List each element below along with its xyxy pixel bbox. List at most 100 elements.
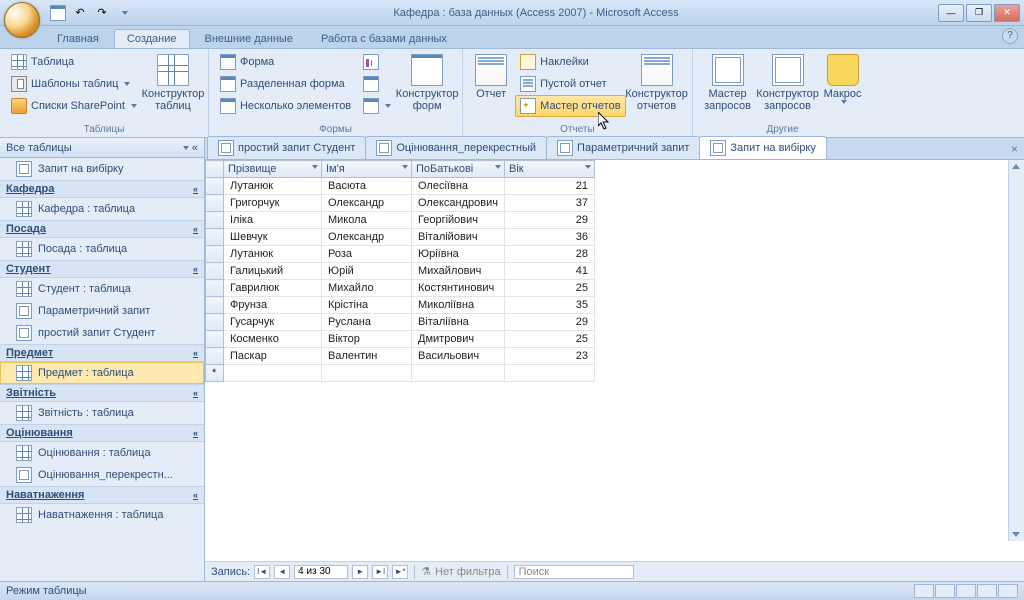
cell[interactable]: Олександр [322,229,412,246]
table-designer-button[interactable]: Конструктор таблиц [144,51,202,115]
ribbon-tab-home[interactable]: Главная [44,29,112,48]
nav-header[interactable]: Все таблицы « [0,138,204,158]
column-header[interactable]: ПоБатькові [412,161,505,178]
ribbon-tab-dbtools[interactable]: Работа с базами данных [308,29,460,48]
cell[interactable]: 25 [504,280,594,297]
nav-group-header[interactable]: Посада« [0,220,204,238]
cell[interactable]: 29 [504,212,594,229]
blank-form-button[interactable] [358,73,396,95]
cell[interactable]: 36 [504,229,594,246]
nav-group-header[interactable]: Предмет« [0,344,204,362]
cell[interactable]: Михайло [322,280,412,297]
recnav-last-button[interactable]: ►I [372,565,388,579]
report-button[interactable]: Отчет [469,51,513,103]
cell[interactable]: Валентин [322,348,412,365]
ribbon-tab-create[interactable]: Создание [114,29,190,48]
table-templates-button[interactable]: Шаблоны таблиц [6,73,142,95]
nav-item[interactable]: Студент : таблица [0,278,204,300]
select-all-cell[interactable] [206,161,224,178]
cell[interactable]: Юрій [322,263,412,280]
row-selector[interactable] [206,178,224,195]
cell[interactable]: 35 [504,297,594,314]
cell[interactable]: Шевчук [224,229,322,246]
table-button[interactable]: Таблица [6,51,142,73]
document-tab[interactable]: Оцінювання_перекрестный [365,136,547,159]
nav-item[interactable]: Звітність : таблица [0,402,204,424]
cell[interactable]: Васюта [322,178,412,195]
cell[interactable]: Паскар [224,348,322,365]
row-selector[interactable] [206,246,224,263]
cell[interactable]: Віталійович [412,229,505,246]
column-dropdown-icon[interactable] [495,165,501,169]
sharepoint-lists-button[interactable]: Списки SharePoint [6,95,142,117]
cell[interactable]: Микола [322,212,412,229]
nav-group-header[interactable]: Наватнаження« [0,486,204,504]
cell[interactable]: Олександрович [412,195,505,212]
recnav-new-button[interactable]: ►* [392,565,408,579]
blank-report-button[interactable]: Пустой отчет [515,73,625,95]
cell[interactable]: Крістіна [322,297,412,314]
column-header[interactable]: Ім'я [322,161,412,178]
cell[interactable]: Юріївна [412,246,505,263]
form-designer-button[interactable]: Конструктор форм [398,51,456,115]
column-dropdown-icon[interactable] [312,165,318,169]
cell[interactable]: Галицький [224,263,322,280]
search-input[interactable]: Поиск [514,565,634,579]
recnav-next-button[interactable]: ► [352,565,368,579]
cell[interactable]: 21 [504,178,594,195]
office-button[interactable] [4,2,40,38]
nav-group-header[interactable]: Кафедра« [0,180,204,198]
ribbon-tab-external[interactable]: Внешние данные [192,29,306,48]
cell[interactable] [504,365,594,382]
nav-item[interactable]: простий запит Студент [0,322,204,344]
nav-group-header[interactable]: Студент« [0,260,204,278]
query-designer-button[interactable]: Конструктор запросов [759,51,817,115]
view-pivotchart-button[interactable] [956,584,976,598]
nav-item[interactable]: Кафедра : таблица [0,198,204,220]
window-restore-button[interactable]: ❐ [966,4,992,22]
nav-item[interactable]: Запит на вибірку [0,158,204,180]
cell[interactable]: Олександр [322,195,412,212]
new-row-selector[interactable]: * [206,365,224,382]
window-minimize-button[interactable]: — [938,4,964,22]
close-tab-button[interactable]: × [1011,142,1018,156]
window-close-button[interactable]: ✕ [994,4,1020,22]
cell[interactable]: 25 [504,331,594,348]
view-pivottable-button[interactable] [935,584,955,598]
cell[interactable]: Лутанюк [224,178,322,195]
cell[interactable]: Фрунза [224,297,322,314]
cell[interactable] [412,365,505,382]
document-tab[interactable]: Запит на вибірку [699,136,827,159]
column-dropdown-icon[interactable] [402,165,408,169]
cell[interactable]: Михайлович [412,263,505,280]
cell[interactable] [224,365,322,382]
view-datasheet-button[interactable] [914,584,934,598]
view-design-button[interactable] [998,584,1018,598]
row-selector[interactable] [206,212,224,229]
nav-group-header[interactable]: Оцінювання« [0,424,204,442]
cell[interactable]: Гусарчук [224,314,322,331]
cell[interactable]: Віктор [322,331,412,348]
qat-redo-icon[interactable]: ↷ [92,3,112,23]
view-sql-button[interactable] [977,584,997,598]
row-selector[interactable] [206,331,224,348]
report-designer-button[interactable]: Конструктор отчетов [628,51,686,115]
split-form-button[interactable]: Разделенная форма [215,73,356,95]
cell[interactable]: Лутанюк [224,246,322,263]
row-selector[interactable] [206,229,224,246]
cell[interactable]: Косменко [224,331,322,348]
cell[interactable]: Роза [322,246,412,263]
nav-item[interactable]: Посада : таблица [0,238,204,260]
nav-group-header[interactable]: Звітність« [0,384,204,402]
document-tab[interactable]: Параметричний запит [546,136,700,159]
cell[interactable]: Гаврилюк [224,280,322,297]
row-selector[interactable] [206,195,224,212]
report-wizard-button[interactable]: Мастер отчетов [515,95,625,117]
pivotchart-button[interactable] [358,51,396,73]
row-selector[interactable] [206,348,224,365]
cell[interactable]: Георгійович [412,212,505,229]
cell[interactable]: Руслана [322,314,412,331]
labels-button[interactable]: Наклейки [515,51,625,73]
nav-item[interactable]: Параметричний запит [0,300,204,322]
cell[interactable]: 23 [504,348,594,365]
